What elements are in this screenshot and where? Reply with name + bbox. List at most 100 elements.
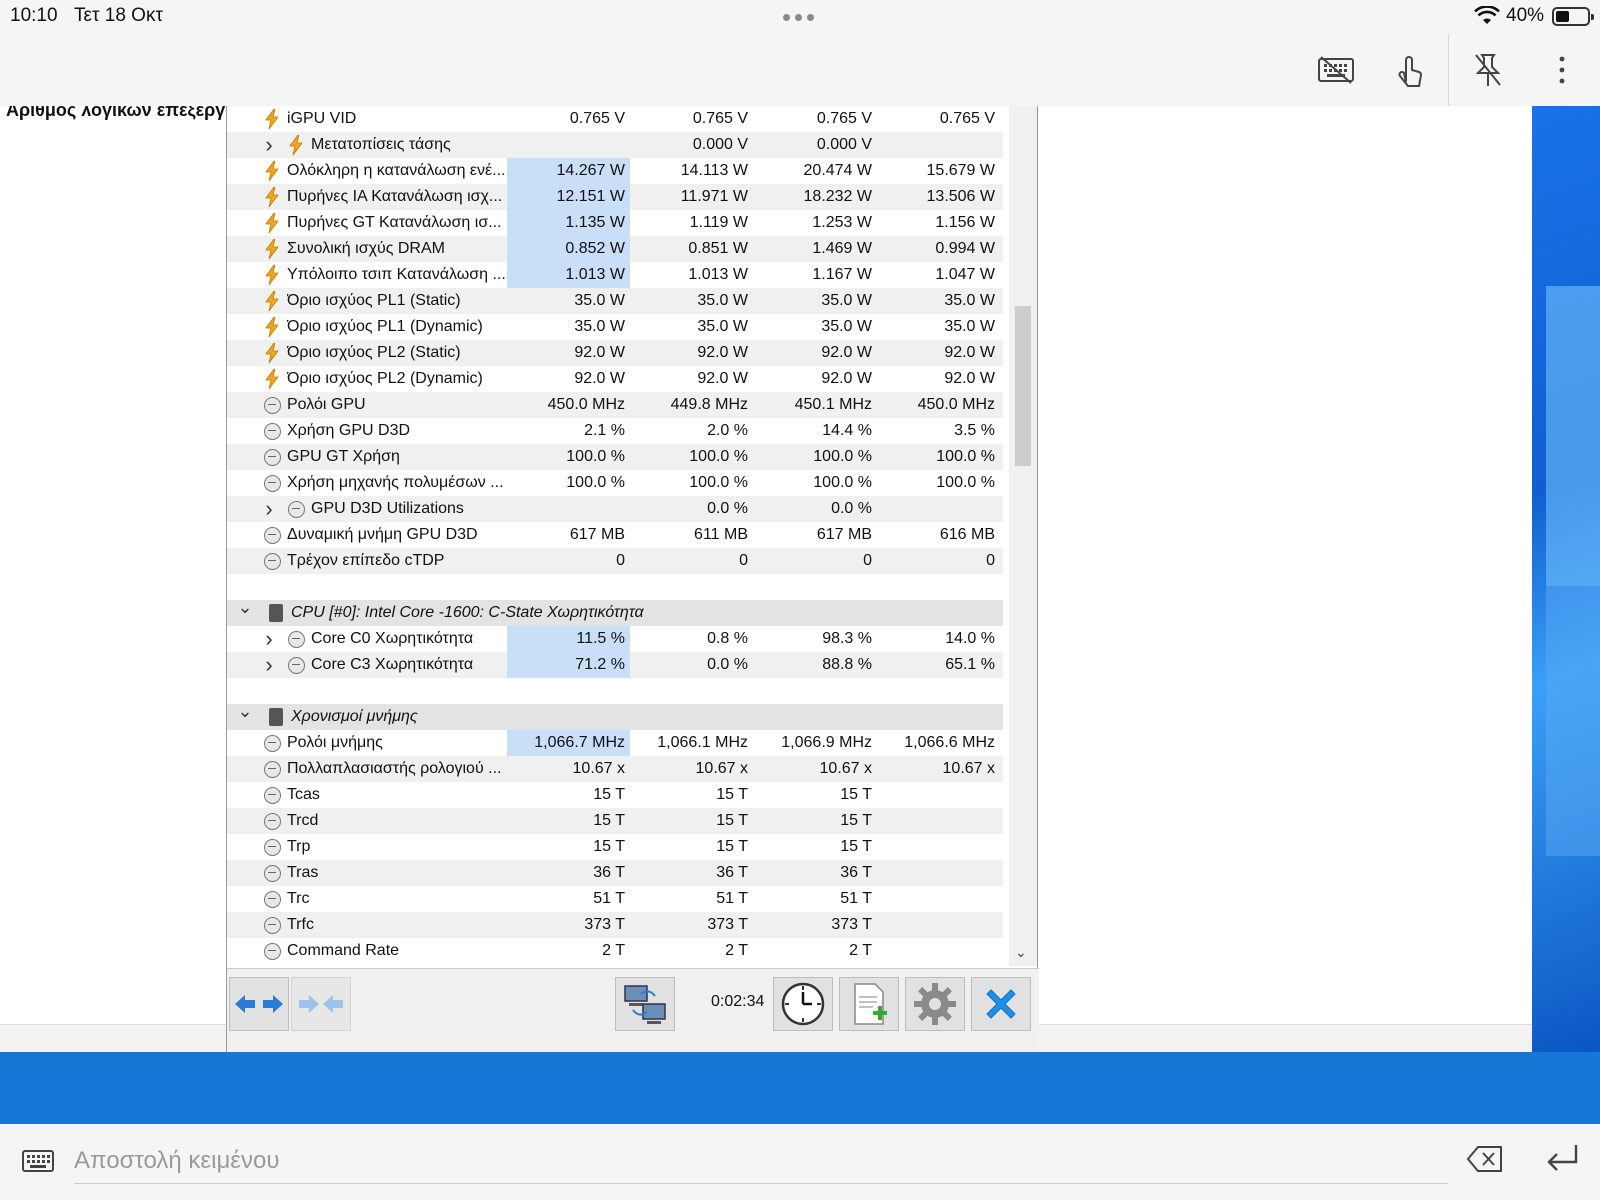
sensor-row[interactable]: › Μετατοπίσεις τάσης 0.000 V 0.000 V	[227, 132, 1003, 158]
gauge-icon	[287, 656, 305, 674]
max-value: 51 T	[840, 890, 872, 907]
chevron-right-icon[interactable]: ›	[261, 652, 277, 678]
sensor-row[interactable]: Ρολόι μνήμης 1,066.7 MHz 1,066.1 MHz 1,066.…	[227, 730, 1003, 756]
elapsed-timer: 0:02:34	[711, 993, 765, 1010]
avg-value: 0.765 V	[939, 110, 995, 127]
avg-value: 450.0 MHz	[917, 396, 995, 413]
more-options-icon[interactable]	[1542, 50, 1582, 90]
sensor-label: Trfc	[287, 916, 314, 933]
sensor-row[interactable]: › Core C3 Χωρητικότητα 71.2 % 0.0 % 88.8 % 65…	[227, 652, 1003, 678]
sensor-row[interactable]: Command Rate 2 T 2 T 2 T	[227, 938, 1003, 964]
sensor-row[interactable]: Tras 36 T 36 T 36 T	[227, 860, 1003, 886]
chevron-right-icon[interactable]: ›	[261, 132, 277, 158]
sensor-row[interactable]: Ολόκληρη η κατανάλωση ενέ... 14.267 W 14.1…	[227, 158, 1003, 184]
unpin-icon[interactable]	[1468, 50, 1508, 90]
return-icon[interactable]	[1544, 1142, 1580, 1181]
sensor-row[interactable]: › Core C0 Χωρητικότητα 11.5 % 0.8 % 98.3 % 14…	[227, 626, 1003, 652]
sensor-row[interactable]: Δυναμική μνήμη GPU D3D 617 MB 611 MB 617 MB…	[227, 522, 1003, 548]
sensor-row[interactable]: Trp 15 T 15 T 15 T	[227, 834, 1003, 860]
battery-percent: 40%	[1506, 5, 1545, 26]
gauge-icon	[263, 526, 281, 544]
sensor-row[interactable]: Συνολική ισχύς DRAM 0.852 W 0.851 W 1.469 W…	[227, 236, 1003, 262]
sensor-row[interactable]: Trc 51 T 51 T 51 T	[227, 886, 1003, 912]
sensor-row[interactable]: Όριο ισχύος PL2 (Static) 92.0 W 92.0 W 92.0…	[227, 340, 1003, 366]
sensor-row[interactable]: Tcas 15 T 15 T 15 T	[227, 782, 1003, 808]
sensor-row[interactable]: Χρήση GPU D3D 2.1 % 2.0 % 14.4 % 3.5 %	[227, 418, 1003, 444]
current-value: 15 T	[593, 786, 625, 803]
close-button[interactable]	[971, 977, 1031, 1031]
gauge-icon	[263, 864, 281, 882]
touch-mode-icon[interactable]	[1390, 50, 1430, 90]
sensor-group-header[interactable]: ⌄ CPU [#0]: Intel Core -1600: C-State Χωρ…	[227, 597, 1003, 626]
min-value: 35.0 W	[697, 292, 748, 309]
keyboard-icon[interactable]	[22, 1150, 54, 1177]
settings-button[interactable]	[905, 977, 965, 1031]
sensor-row[interactable]: Trcd 15 T 15 T 15 T	[227, 808, 1003, 834]
avg-value: 3.5 %	[954, 422, 995, 439]
chevron-down-icon[interactable]: ⌄	[237, 594, 253, 620]
expand-columns-button[interactable]	[229, 977, 289, 1031]
sensor-row[interactable]: Όριο ισχύος PL1 (Static) 35.0 W 35.0 W 35.0…	[227, 288, 1003, 314]
arrows-in-icon	[299, 995, 343, 1013]
reset-timer-button[interactable]	[773, 977, 833, 1031]
current-value	[507, 132, 630, 158]
sensor-label: Command Rate	[287, 942, 400, 959]
collapse-columns-button[interactable]	[291, 977, 351, 1031]
avg-value: 0.994 W	[935, 240, 995, 257]
sensor-row[interactable]: Πυρήνες IA Κατανάλωση ισχ... 12.151 W 11.9…	[227, 184, 1003, 210]
sensor-row[interactable]: Ρολόι GPU 450.0 MHz 449.8 MHz 450.1 MHz 450.…	[227, 392, 1003, 418]
scroll-down-icon[interactable]: ⌄	[1015, 944, 1027, 961]
avg-value	[877, 938, 1000, 964]
min-value: 1.119 W	[689, 214, 748, 231]
chevron-down-icon[interactable]: ⌄	[237, 698, 253, 724]
chevron-right-icon[interactable]: ›	[261, 496, 277, 522]
hide-keyboard-icon[interactable]	[1316, 50, 1356, 90]
sensor-row[interactable]: Τρέχον επίπεδο cTDP 0 0 0 0	[227, 548, 1003, 574]
sensor-row[interactable]: Όριο ισχύος PL1 (Dynamic) 35.0 W 35.0 W 35.…	[227, 314, 1003, 340]
avg-value: 92.0 W	[944, 344, 995, 361]
lightning-icon	[263, 213, 281, 233]
gauge-icon	[263, 396, 281, 414]
network-computers-icon	[624, 985, 666, 1024]
chevron-right-icon[interactable]: ›	[261, 626, 277, 652]
avg-value: 1.156 W	[935, 214, 995, 231]
sensor-row[interactable]: Πολλαπλασιαστής ρολογιού ... 10.67 x 10.67…	[227, 756, 1003, 782]
max-value: 450.1 MHz	[794, 396, 872, 413]
sensor-label: Συνολική ισχύς DRAM	[287, 240, 445, 257]
sensor-row[interactable]: Υπόλοιπο τσιπ Κατανάλωση ... 1.013 W 1.013…	[227, 262, 1003, 288]
sensor-label: Όριο ισχύος PL1 (Static)	[287, 292, 461, 309]
current-value: 100.0 %	[566, 474, 625, 491]
min-value: 92.0 W	[697, 344, 748, 361]
sensor-row[interactable]: iGPU VID 0.765 V 0.765 V 0.765 V 0.765 V	[227, 106, 1003, 132]
sensor-group-header[interactable]: ⌄ Χρονισμοί μνήμης	[227, 701, 1003, 730]
sensor-label: GPU GT Χρήση	[287, 448, 400, 465]
send-text-input[interactable]	[74, 1138, 1448, 1184]
windows-wallpaper	[1532, 106, 1600, 1052]
min-value: 15 T	[716, 812, 748, 829]
lightning-icon	[263, 343, 281, 363]
battery-icon	[1552, 7, 1594, 26]
sensor-row[interactable]: Πυρήνες GT Κατανάλωση ισ... 1.135 W 1.119 …	[227, 210, 1003, 236]
sensor-row[interactable]: GPU GT Χρήση 100.0 % 100.0 % 100.0 % 100.0 %	[227, 444, 1003, 470]
max-value: 0.000 V	[816, 136, 872, 153]
gauge-icon	[263, 838, 281, 856]
sensor-label: Τρέχον επίπεδο cTDP	[287, 552, 445, 569]
current-value: 15 T	[593, 812, 625, 829]
network-button[interactable]	[615, 977, 675, 1031]
backspace-icon[interactable]	[1466, 1144, 1504, 1179]
avg-value: 100.0 %	[936, 474, 995, 491]
close-icon	[986, 989, 1016, 1019]
sensor-label: Ρολόι μνήμης	[287, 734, 383, 751]
gauge-icon	[263, 890, 281, 908]
sensor-row[interactable]: Trfc 373 T 373 T 373 T	[227, 912, 1003, 938]
sensor-row[interactable]: Όριο ισχύος PL2 (Dynamic) 92.0 W 92.0 W 92.…	[227, 366, 1003, 392]
scrollbar-thumb[interactable]	[1015, 306, 1031, 466]
current-value: 1,066.7 MHz	[507, 730, 630, 756]
sensor-row[interactable]: › GPU D3D Utilizations 0.0 % 0.0 %	[227, 496, 1003, 522]
multitasking-dots[interactable]	[783, 14, 814, 21]
vertical-scrollbar[interactable]: ⌄	[1009, 106, 1037, 966]
current-value: 12.151 W	[507, 184, 630, 210]
sensor-label: Χρήση GPU D3D	[287, 422, 411, 439]
logging-button[interactable]	[839, 977, 899, 1031]
sensor-row[interactable]: Χρήση μηχανής πολυμέσων ... 100.0 % 100.0 …	[227, 470, 1003, 496]
